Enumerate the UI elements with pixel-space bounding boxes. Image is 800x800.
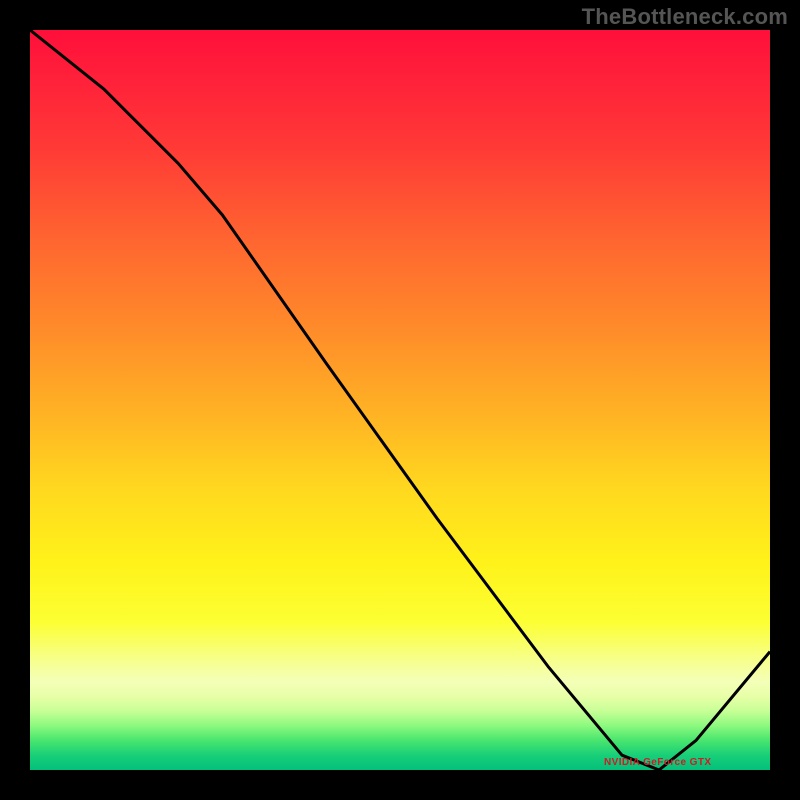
bottleneck-line [30,30,770,770]
bottleneck-line-path [30,30,770,770]
chart-plot-area: NVIDIA GeForce GTX [30,30,770,770]
attribution-label: TheBottleneck.com [582,4,788,30]
valley-gpu-label: NVIDIA GeForce GTX [604,757,711,768]
chart-page: TheBottleneck.com NVIDIA GeForce GTX [0,0,800,800]
